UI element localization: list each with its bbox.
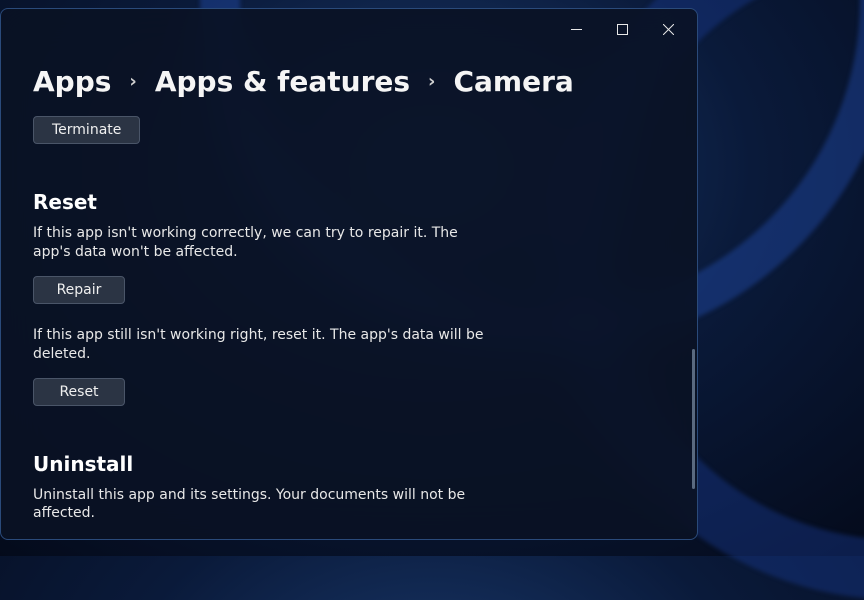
- terminate-button[interactable]: Terminate: [33, 116, 140, 144]
- minimize-button[interactable]: [553, 13, 599, 45]
- uninstall-section-title: Uninstall: [33, 452, 665, 476]
- close-button[interactable]: [645, 13, 691, 45]
- uninstall-description: Uninstall this app and its settings. You…: [33, 486, 493, 524]
- scrollbar-thumb[interactable]: [692, 349, 695, 489]
- breadcrumb-camera: Camera: [453, 65, 573, 98]
- content-area: Apps › Apps & features › Camera Terminat…: [1, 49, 697, 539]
- repair-description: If this app isn't working correctly, we …: [33, 224, 493, 262]
- reset-section-title: Reset: [33, 190, 665, 214]
- reset-button[interactable]: Reset: [33, 378, 125, 406]
- reset-description: If this app still isn't working right, r…: [33, 326, 493, 364]
- repair-button[interactable]: Repair: [33, 276, 125, 304]
- titlebar: [1, 9, 697, 49]
- maximize-button[interactable]: [599, 13, 645, 45]
- chevron-right-icon: ›: [129, 71, 136, 92]
- breadcrumb-apps[interactable]: Apps: [33, 65, 111, 98]
- breadcrumb-apps-features[interactable]: Apps & features: [155, 65, 410, 98]
- chevron-right-icon: ›: [428, 71, 435, 92]
- breadcrumb: Apps › Apps & features › Camera: [33, 65, 665, 98]
- settings-window: Apps › Apps & features › Camera Terminat…: [0, 8, 698, 540]
